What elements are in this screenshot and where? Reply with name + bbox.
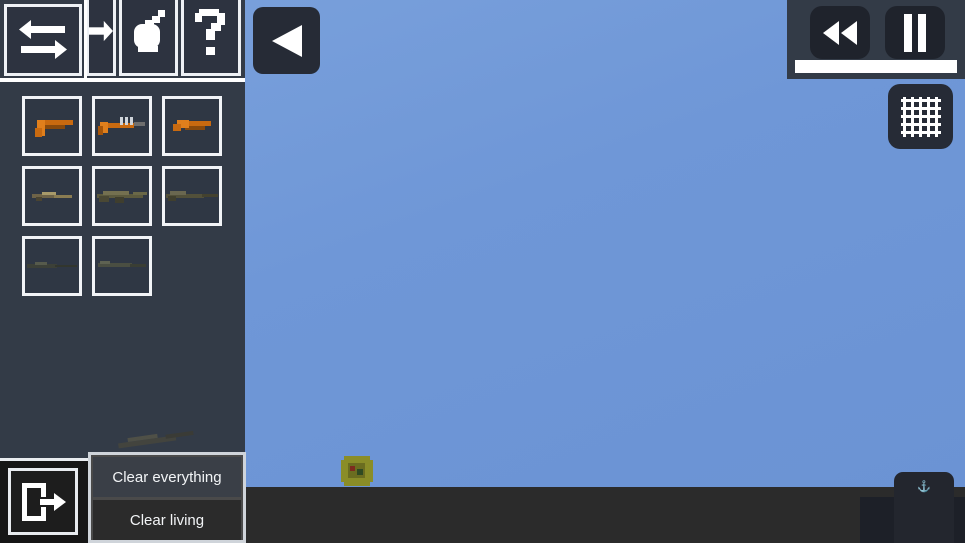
dragged-weapon[interactable]: [117, 425, 197, 456]
toolbar-divider: [0, 78, 245, 82]
creature-eye-red: [350, 466, 355, 471]
weapon-grid: [22, 96, 222, 296]
assault-rifle-sprite: [97, 187, 147, 205]
sniper-rifle-sprite: [27, 260, 77, 272]
clear-everything-button[interactable]: Clear everything: [93, 457, 241, 497]
sawed-off-sprite: [173, 116, 211, 136]
weapon-slot-sawed-off[interactable]: [162, 96, 222, 156]
shotgun-sprite: [98, 260, 146, 272]
weapon-slot-sniper[interactable]: [22, 236, 82, 296]
arrow-right-icon: [89, 20, 113, 42]
back-button[interactable]: [253, 7, 320, 74]
timeline-progress-bar[interactable]: [795, 60, 957, 73]
grid-icon: [900, 96, 941, 137]
weapon-slot-assault[interactable]: [92, 166, 152, 226]
weapon-slot-battle-rifle[interactable]: [162, 166, 222, 226]
pause-icon: [904, 13, 926, 52]
sidebar-toolbar: [0, 0, 245, 78]
grenade-button[interactable]: [119, 0, 178, 76]
weapon-slot-shotgun[interactable]: [92, 236, 152, 296]
toolbar-vertical-divider: [84, 0, 87, 78]
smg-sprite: [98, 113, 146, 139]
anchor-icon: ⚓: [917, 481, 931, 493]
exit-button[interactable]: [8, 468, 78, 535]
question-icon: [195, 9, 225, 55]
grenade-icon: [133, 10, 165, 52]
help-button[interactable]: [181, 0, 241, 76]
bottom-right-panel[interactable]: ⚓: [894, 472, 954, 543]
exit-icon: [22, 482, 66, 521]
rewind-icon: [823, 20, 857, 45]
carbine-sprite: [32, 189, 72, 203]
triangle-left-icon: [271, 24, 302, 57]
weapon-slot-pistol[interactable]: [22, 96, 82, 156]
creature-eye-green: [357, 469, 363, 475]
swap-button[interactable]: [4, 4, 82, 76]
clear-actions-panel: Clear everything Clear living: [88, 452, 246, 543]
game-screen: ⚓ Clear everything Clear living: [0, 0, 965, 543]
weapon-slot-carbine[interactable]: [22, 166, 82, 226]
pistol-sprite: [31, 114, 73, 138]
spawned-creature[interactable]: [341, 456, 373, 486]
battle-rifle-sprite: [166, 188, 218, 204]
swap-icon: [19, 20, 67, 59]
rewind-button[interactable]: [810, 6, 870, 59]
clear-living-button[interactable]: Clear living: [93, 500, 241, 540]
pause-button[interactable]: [885, 6, 945, 59]
toggle-grid-button[interactable]: [888, 84, 953, 149]
weapon-slot-smg[interactable]: [92, 96, 152, 156]
next-button[interactable]: [86, 0, 116, 76]
playback-controls-panel: [787, 0, 965, 79]
